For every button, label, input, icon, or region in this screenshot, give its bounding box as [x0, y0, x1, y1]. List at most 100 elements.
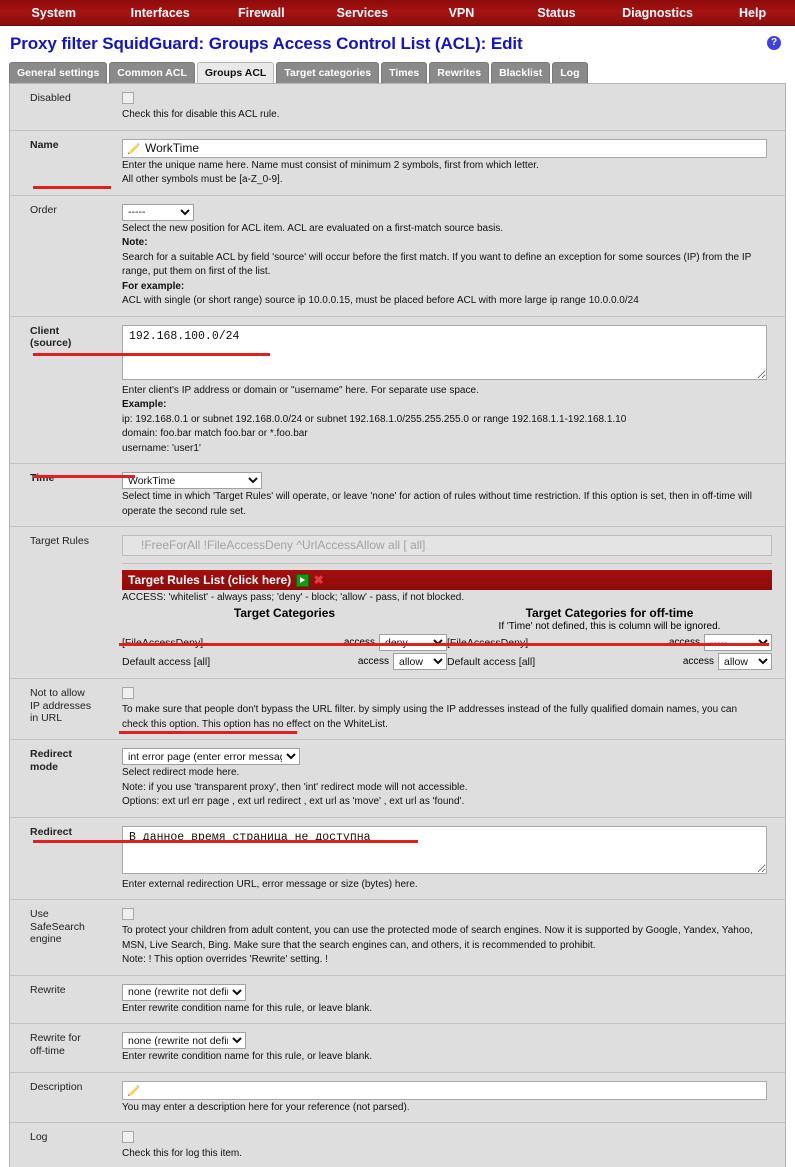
nav-item-services[interactable]: Services [310, 6, 415, 20]
main-navigation: System Interfaces Firewall Services VPN … [0, 0, 795, 26]
tab-rewrites[interactable]: Rewrites [429, 62, 490, 83]
nav-item-firewall[interactable]: Firewall [213, 6, 310, 20]
form-row-description: Description You may enter a description … [10, 1073, 785, 1123]
label-order: Order [30, 203, 57, 216]
tab-bar: General settings Common ACL Groups ACL T… [0, 62, 795, 83]
nav-item-help[interactable]: Help [710, 6, 795, 20]
label-redirect: Redirect [30, 825, 73, 838]
label-rewrite-offtime-line2: off-time [30, 1044, 65, 1057]
help-safesearch-line3: Note: ! This option overrides 'Rewrite' … [122, 954, 328, 965]
help-order-note-line2: range, put them on first of the list. [122, 266, 271, 277]
tab-target-categories[interactable]: Target categories [276, 62, 380, 83]
target-rules-summary: !FreeForAll !FileAccessDeny ^UrlAccessAl… [122, 535, 772, 556]
col-header-target-categories-offtime: Target Categories for off-time [525, 606, 694, 620]
annotation-underline-target-rules [119, 643, 769, 646]
col-subnote-left [122, 621, 447, 632]
form-row-rewrite: Rewrite none (rewrite not defined) Enter… [10, 976, 785, 1024]
label-not-allow-ip-line2: IP addresses [30, 699, 92, 712]
label-safesearch-line3: engine [30, 933, 62, 945]
help-disabled: Check this for disable this ACL rule. [122, 109, 280, 120]
rewrite-select[interactable]: none (rewrite not defined) [122, 983, 246, 1001]
tab-general-settings[interactable]: General settings [9, 62, 108, 83]
category-name: Default access [all] [122, 655, 211, 668]
help-rewrite-offtime: Enter rewrite condition name for this ru… [122, 1051, 373, 1062]
log-checkbox[interactable] [122, 1131, 134, 1143]
tab-common-acl[interactable]: Common ACL [109, 62, 195, 83]
annotation-underline-client [33, 353, 270, 356]
help-order-example-label: For example: [122, 280, 185, 292]
tab-times[interactable]: Times [381, 62, 428, 83]
label-log: Log [30, 1131, 48, 1143]
close-icon[interactable]: ✖ [313, 574, 324, 586]
tab-blacklist[interactable]: Blacklist [491, 62, 551, 83]
access-select-offtime[interactable]: allow [718, 653, 772, 670]
help-safesearch-line2: MSN, Live Search, Bing. Make sure that t… [122, 939, 596, 951]
acl-edit-form: Disabled Check this for disable this ACL… [9, 83, 786, 1167]
help-client-example-line2: domain: foo.bar match foo.bar or *.foo.b… [122, 428, 308, 439]
nav-item-system[interactable]: System [0, 6, 108, 20]
annotation-underline-name [33, 186, 111, 189]
expand-icon[interactable] [296, 573, 310, 587]
rewrite-offtime-select[interactable]: none (rewrite not defined) [122, 1032, 246, 1049]
help-time-line1: Select time in which 'Target Rules' will… [122, 491, 752, 502]
form-row-target-rules: Target Rules !FreeForAll !FileAccessDeny… [10, 527, 785, 679]
label-target-rules: Target Rules [30, 535, 89, 547]
annotation-underline-redirect-mode [119, 731, 297, 734]
label-time: Time [30, 472, 55, 484]
help-order-note-line1: Search for a suitable ACL by field 'sour… [122, 251, 752, 263]
description-input[interactable] [122, 1080, 767, 1100]
help-redirect-mode-line1: Select redirect mode here. [122, 767, 240, 778]
label-rewrite-offtime-line1: Rewrite for [30, 1032, 81, 1044]
help-client-line1: Enter client's IP address or domain or "… [122, 384, 479, 396]
access-label: access [357, 656, 389, 667]
label-not-allow-ip-line1: Not to allow [30, 687, 85, 699]
safesearch-checkbox[interactable] [122, 908, 134, 920]
label-client-line2: (source) [30, 337, 72, 349]
access-select[interactable]: allow [393, 653, 447, 670]
form-row-rewrite-offtime: Rewrite for off-time none (rewrite not d… [10, 1024, 785, 1073]
form-row-redirect: Redirect В данное время страница не дост… [10, 818, 785, 900]
nav-item-status[interactable]: Status [508, 6, 605, 20]
nav-item-diagnostics[interactable]: Diagnostics [605, 6, 710, 20]
target-categories-table: Target Categories Target Categories for … [122, 606, 772, 670]
help-redirect: Enter external redirection URL, error me… [122, 878, 418, 890]
label-rewrite: Rewrite [30, 983, 66, 996]
target-rules-list-toggle[interactable]: Target Rules List (click here) ✖ [122, 570, 772, 590]
col-subnote-offtime: If 'Time' not defined, this is column wi… [498, 621, 721, 632]
help-redirect-mode-line2: Note: if you use 'transparent proxy', th… [122, 781, 468, 793]
client-source-textarea[interactable]: 192.168.100.0/24 [122, 324, 767, 380]
help-client-example-label: Example: [122, 399, 167, 410]
help-name-line2: All other symbols must be [a-Z_0-9]. [122, 174, 283, 185]
access-label-offtime: access [682, 656, 714, 667]
form-row-safesearch: Use SafeSearch engine To protect your ch… [10, 900, 785, 976]
not-allow-ip-checkbox[interactable] [122, 687, 134, 699]
label-redirect-mode-line2: mode [30, 760, 59, 773]
form-row-redirect-mode: Redirect mode int error page (enter erro… [10, 731, 785, 818]
label-client-line1: Client [30, 324, 60, 337]
order-select[interactable]: ----- [122, 203, 194, 221]
target-rules-access-note: ACCESS: 'whitelist' - always pass; 'deny… [122, 592, 465, 603]
divider [122, 563, 772, 564]
redirect-mode-select[interactable]: int error page (enter error message) [122, 748, 300, 765]
tab-groups-acl[interactable]: Groups ACL [196, 62, 275, 83]
help-client-example-line1: ip: 192.168.0.1 or subnet 192.168.0.0/24… [122, 413, 627, 425]
help-name-line1: Enter the unique name here. Name must co… [122, 159, 539, 171]
form-row-disabled: Disabled Check this for disable this ACL… [10, 84, 785, 131]
category-name-offtime: Default access [all] [447, 655, 536, 668]
help-icon[interactable]: ? [767, 36, 781, 50]
tab-log[interactable]: Log [552, 62, 588, 83]
nav-item-vpn[interactable]: VPN [415, 6, 508, 20]
annotation-underline-time [33, 475, 135, 478]
help-order-example-line: ACL with single (or short range) source … [122, 295, 639, 306]
nav-item-interfaces[interactable]: Interfaces [108, 6, 213, 20]
time-select[interactable]: WorkTime [122, 472, 262, 489]
name-input[interactable] [122, 138, 767, 158]
redirect-textarea[interactable]: В данное время страница не доступна [122, 825, 767, 874]
label-not-allow-ip-line3: in URL [30, 712, 63, 724]
col-header-target-categories: Target Categories [233, 606, 336, 620]
help-not-allow-ip-line1: To make sure that people don't bypass th… [122, 704, 738, 715]
target-rules-list-label: Target Rules List (click here) [128, 573, 292, 587]
disabled-checkbox[interactable] [122, 92, 134, 104]
form-row-client: Client (source) 192.168.100.0/24 Enter c… [10, 317, 785, 464]
form-row-name: Name Enter the unique name here. Name mu… [10, 131, 785, 196]
